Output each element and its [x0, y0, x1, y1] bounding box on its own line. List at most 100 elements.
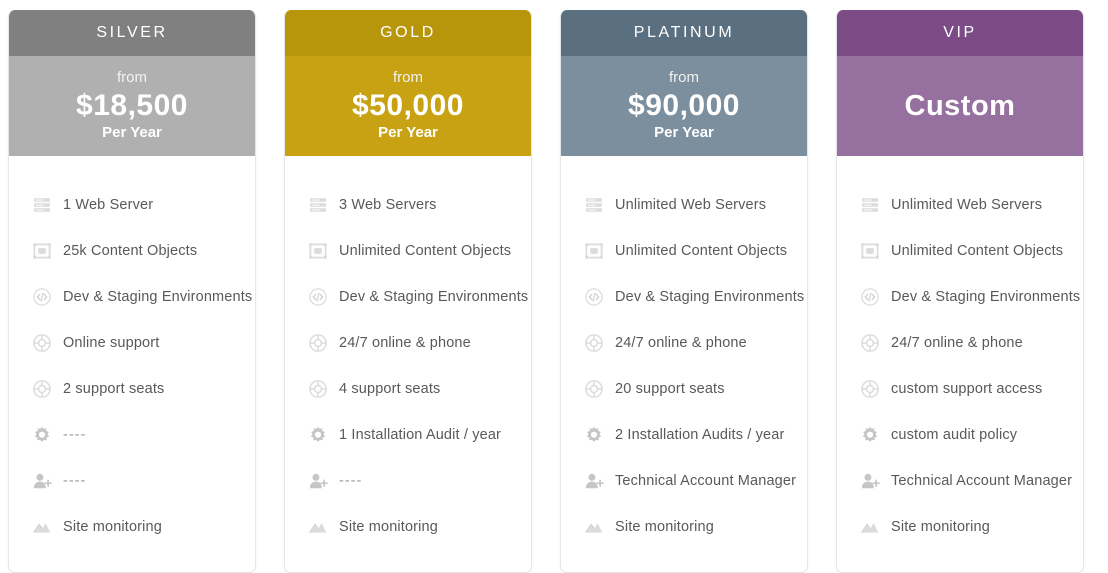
- plan-title-band: PLATINUM: [561, 10, 807, 56]
- feature-label: Unlimited Content Objects: [891, 243, 1064, 259]
- feature-row: Unlimited Content Objects: [561, 228, 807, 274]
- plan-price-band: from $18,500 Per Year: [9, 56, 255, 156]
- price-amount: $90,000: [628, 88, 740, 122]
- feature-label: 24/7 online & phone: [891, 335, 1023, 351]
- feature-label: Dev & Staging Environments: [615, 289, 805, 305]
- content-objects-icon: [31, 240, 53, 262]
- feature-row: 24/7 online & phone: [285, 320, 531, 366]
- plan-price-band: Custom: [837, 56, 1083, 156]
- feature-row: 3 Web Servers: [285, 182, 531, 228]
- lifebuoy-seats-icon: [307, 378, 329, 400]
- feature-label: Site monitoring: [63, 519, 162, 535]
- feature-list: 1 Web Server 25k Content Objects Dev & Sta…: [9, 156, 255, 572]
- lifebuoy-seats-icon: [859, 378, 881, 400]
- gear-audit-icon: [307, 424, 329, 446]
- plan-title-band: GOLD: [285, 10, 531, 56]
- feature-row: Unlimited Content Objects: [837, 228, 1083, 274]
- feature-label: custom support access: [891, 381, 1043, 397]
- feature-label: ----: [63, 473, 87, 489]
- feature-row: Dev & Staging Environments: [9, 274, 255, 320]
- price-amount: Custom: [904, 89, 1016, 122]
- feature-label: Technical Account Manager: [615, 473, 797, 489]
- plan-card-gold[interactable]: GOLD from $50,000 Per Year 3 Web Servers Unli…: [284, 10, 532, 573]
- feature-label: 1 Installation Audit / year: [339, 427, 502, 443]
- monitoring-chart-icon: [859, 516, 881, 538]
- plan-title-band: VIP: [837, 10, 1083, 56]
- server-icon: [307, 194, 329, 216]
- feature-row: 4 support seats: [285, 366, 531, 412]
- lifebuoy-support-icon: [31, 332, 53, 354]
- price-from-label: from: [117, 69, 147, 87]
- monitoring-chart-icon: [31, 516, 53, 538]
- plan-price-band: from $90,000 Per Year: [561, 56, 807, 156]
- feature-row: Unlimited Web Servers: [837, 182, 1083, 228]
- content-objects-icon: [859, 240, 881, 262]
- feature-label: 20 support seats: [615, 381, 725, 397]
- plan-title: PLATINUM: [633, 24, 735, 41]
- lifebuoy-seats-icon: [31, 378, 53, 400]
- price-from-label: from: [669, 69, 699, 87]
- price-amount: $50,000: [352, 88, 464, 122]
- feature-row: Site monitoring: [837, 504, 1083, 550]
- feature-label: 2 Installation Audits / year: [615, 427, 785, 443]
- plan-header: SILVER from $18,500 Per Year: [9, 10, 255, 156]
- plan-header: GOLD from $50,000 Per Year: [285, 10, 531, 156]
- gear-audit-icon: [31, 424, 53, 446]
- feature-label: 2 support seats: [63, 381, 165, 397]
- feature-row: Technical Account Manager: [561, 458, 807, 504]
- plan-header: VIP Custom: [837, 10, 1083, 156]
- feature-label: 24/7 online & phone: [615, 335, 747, 351]
- plan-card-vip[interactable]: VIP Custom Unlimited Web Servers Unlimited …: [836, 10, 1084, 573]
- feature-row: 24/7 online & phone: [561, 320, 807, 366]
- content-objects-icon: [583, 240, 605, 262]
- lifebuoy-support-icon: [307, 332, 329, 354]
- feature-label: 1 Web Server: [63, 197, 154, 213]
- code-environments-icon: [31, 286, 53, 308]
- feature-label: Dev & Staging Environments: [63, 289, 253, 305]
- feature-row: Unlimited Web Servers: [561, 182, 807, 228]
- plan-title: VIP: [943, 24, 977, 41]
- feature-label: 24/7 online & phone: [339, 335, 471, 351]
- server-icon: [583, 194, 605, 216]
- feature-row: Technical Account Manager: [837, 458, 1083, 504]
- monitoring-chart-icon: [307, 516, 329, 538]
- feature-row: 25k Content Objects: [9, 228, 255, 274]
- feature-label: Unlimited Content Objects: [615, 243, 788, 259]
- feature-row: ----: [285, 458, 531, 504]
- feature-list: Unlimited Web Servers Unlimited Content O…: [837, 156, 1083, 572]
- feature-row: Site monitoring: [285, 504, 531, 550]
- feature-row: Dev & Staging Environments: [561, 274, 807, 320]
- feature-row: 20 support seats: [561, 366, 807, 412]
- person-add-icon: [859, 470, 881, 492]
- feature-row: 1 Installation Audit / year: [285, 412, 531, 458]
- plan-card-silver[interactable]: SILVER from $18,500 Per Year 1 Web Server 25k…: [8, 10, 256, 573]
- gear-audit-icon: [859, 424, 881, 446]
- server-icon: [859, 194, 881, 216]
- feature-row: Dev & Staging Environments: [837, 274, 1083, 320]
- feature-row: 1 Web Server: [9, 182, 255, 228]
- feature-label: 3 Web Servers: [339, 197, 437, 213]
- feature-row: Site monitoring: [561, 504, 807, 550]
- feature-label: 25k Content Objects: [63, 243, 198, 259]
- feature-label: Technical Account Manager: [891, 473, 1073, 489]
- monitoring-chart-icon: [583, 516, 605, 538]
- feature-row: 2 Installation Audits / year: [561, 412, 807, 458]
- feature-label: ----: [339, 473, 363, 489]
- feature-row: ----: [9, 458, 255, 504]
- price-from-label: from: [393, 69, 423, 87]
- plan-title: GOLD: [380, 24, 436, 41]
- plan-price-band: from $50,000 Per Year: [285, 56, 531, 156]
- feature-label: Dev & Staging Environments: [891, 289, 1081, 305]
- price-period-label: Per Year: [378, 124, 438, 142]
- pricing-table: SILVER from $18,500 Per Year 1 Web Server 25k…: [0, 0, 1108, 573]
- feature-list: 3 Web Servers Unlimited Content Objects De…: [285, 156, 531, 572]
- code-environments-icon: [583, 286, 605, 308]
- feature-label: custom audit policy: [891, 427, 1018, 443]
- feature-label: 4 support seats: [339, 381, 441, 397]
- feature-row: ----: [9, 412, 255, 458]
- plan-card-platinum[interactable]: PLATINUM from $90,000 Per Year Unlimited Web…: [560, 10, 808, 573]
- feature-row: custom audit policy: [837, 412, 1083, 458]
- feature-label: Dev & Staging Environments: [339, 289, 529, 305]
- price-amount: $18,500: [76, 88, 188, 122]
- lifebuoy-support-icon: [583, 332, 605, 354]
